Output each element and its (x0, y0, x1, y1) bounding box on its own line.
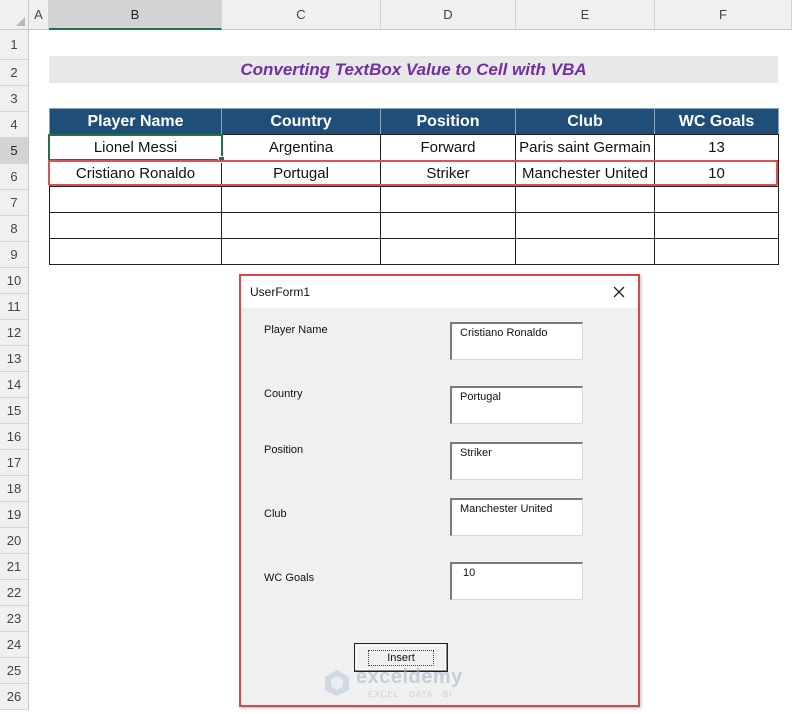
row-header-15[interactable]: 15 (0, 398, 29, 424)
table-cell[interactable]: 13 (654, 134, 779, 161)
label-country: Country (264, 388, 303, 400)
table-cell[interactable] (380, 186, 516, 213)
row-header-26[interactable]: 26 (0, 684, 29, 710)
row-header-18[interactable]: 18 (0, 476, 29, 502)
table-cell[interactable] (654, 238, 779, 265)
userform-dialog: UserForm1 Player Name Cristiano Ronaldo … (239, 274, 640, 707)
textbox-country[interactable]: Portugal (450, 386, 583, 424)
table-cell[interactable] (49, 212, 222, 239)
row-header-1[interactable]: 1 (0, 30, 29, 60)
sheet-title[interactable]: Converting TextBox Value to Cell with VB… (49, 56, 778, 83)
table-header-cell[interactable]: Club (515, 108, 655, 135)
row-header-14[interactable]: 14 (0, 372, 29, 398)
userform-title: UserForm1 (250, 285, 311, 299)
label-club: Club (264, 508, 287, 520)
row-header-25[interactable]: 25 (0, 658, 29, 684)
userform-titlebar[interactable]: UserForm1 (241, 276, 638, 308)
table-header-cell[interactable]: Position (380, 108, 516, 135)
row-header-7[interactable]: 7 (0, 190, 29, 216)
active-cell-selection (48, 134, 225, 163)
label-wc-goals: WC Goals (264, 572, 315, 584)
table-cell[interactable] (515, 212, 655, 239)
column-header-c[interactable]: C (222, 0, 381, 30)
row-header-3[interactable]: 3 (0, 86, 29, 112)
label-player-name: Player Name (264, 324, 328, 336)
row-highlight-box (48, 160, 778, 186)
exceldemy-logo-icon (325, 670, 349, 696)
textbox-position[interactable]: Striker (450, 442, 583, 480)
table-cell[interactable]: Forward (380, 134, 516, 161)
column-header-a[interactable]: A (29, 0, 49, 30)
row-header-8[interactable]: 8 (0, 216, 29, 242)
row-header-16[interactable]: 16 (0, 424, 29, 450)
table-header-cell[interactable]: Country (221, 108, 381, 135)
table-cell[interactable] (515, 186, 655, 213)
watermark-name: exceldemy (356, 666, 463, 688)
table-header-cell[interactable]: WC Goals (654, 108, 779, 135)
row-header-19[interactable]: 19 (0, 502, 29, 528)
column-header-b[interactable]: B (49, 0, 222, 30)
row-header-20[interactable]: 20 (0, 528, 29, 554)
row-header-5[interactable]: 5 (0, 138, 29, 164)
insert-button-label: Insert (368, 649, 434, 666)
textbox-wc-goals[interactable]: 10 (450, 562, 583, 600)
table-cell[interactable]: Argentina (221, 134, 381, 161)
textbox-player-name[interactable]: Cristiano Ronaldo (450, 322, 583, 360)
textbox-club[interactable]: Manchester United (450, 498, 583, 536)
row-header-13[interactable]: 13 (0, 346, 29, 372)
table-cell[interactable] (654, 186, 779, 213)
row-header-6[interactable]: 6 (0, 164, 29, 190)
row-header-11[interactable]: 11 (0, 294, 29, 320)
column-header-f[interactable]: F (655, 0, 792, 30)
row-header-12[interactable]: 12 (0, 320, 29, 346)
table-cell[interactable] (221, 238, 381, 265)
watermark-tagline: EXCEL · DATA · BI (368, 690, 453, 699)
table-cell[interactable] (515, 238, 655, 265)
row-header-4[interactable]: 4 (0, 112, 29, 138)
row-header-10[interactable]: 10 (0, 268, 29, 294)
close-icon[interactable] (606, 279, 632, 305)
row-header-9[interactable]: 9 (0, 242, 29, 268)
table-header-cell[interactable]: Player Name (49, 108, 222, 135)
watermark: exceldemy EXCEL · DATA · BI (322, 666, 472, 702)
row-header-24[interactable]: 24 (0, 632, 29, 658)
table-cell[interactable] (380, 212, 516, 239)
label-position: Position (264, 444, 304, 456)
table-cell[interactable]: Paris saint Germain (515, 134, 655, 161)
column-header-e[interactable]: E (516, 0, 655, 30)
row-header-2[interactable]: 2 (0, 60, 29, 86)
table-cell[interactable] (380, 238, 516, 265)
table-cell[interactable] (49, 186, 222, 213)
column-header-d[interactable]: D (381, 0, 516, 30)
table-cell[interactable] (49, 238, 222, 265)
row-header-23[interactable]: 23 (0, 606, 29, 632)
table-cell[interactable] (221, 186, 381, 213)
select-all-corner[interactable] (0, 0, 29, 30)
table-cell[interactable] (221, 212, 381, 239)
row-header-22[interactable]: 22 (0, 580, 29, 606)
table-cell[interactable] (654, 212, 779, 239)
row-header-17[interactable]: 17 (0, 450, 29, 476)
row-header-21[interactable]: 21 (0, 554, 29, 580)
